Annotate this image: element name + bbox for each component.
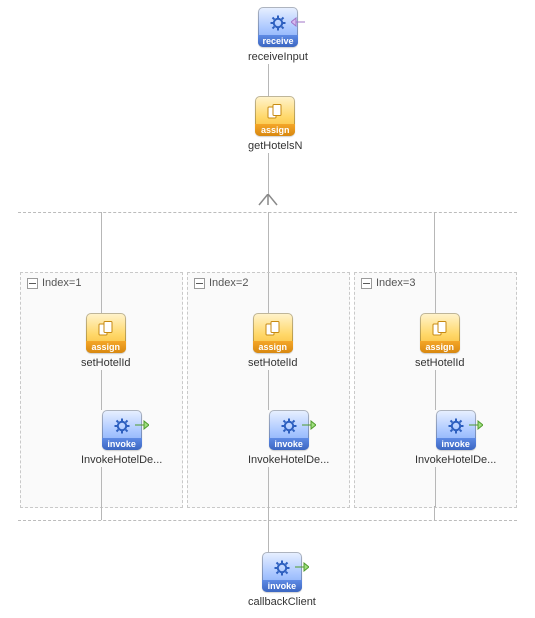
documents-icon [432,321,448,337]
branch-header: Index=1 [27,277,81,289]
connector [268,273,269,313]
documents-icon [98,321,114,337]
node-invoke-hotel[interactable]: invoke InvokeHotelDe... [415,410,496,466]
gear-icon [448,418,464,434]
connector [434,506,435,520]
node-get-hotels[interactable]: assign getHotelsN [248,96,302,152]
connector [101,506,102,520]
connector [268,212,269,272]
node-label: setHotelId [415,357,465,369]
branch-title: Index=1 [42,277,81,289]
caption: invoke [436,438,476,450]
node-invoke-hotel[interactable]: invoke InvokeHotelDe... [81,410,162,466]
caption: invoke [269,438,309,450]
caption: assign [420,341,460,353]
invoke-icon: invoke [269,410,309,450]
node-label: callbackClient [248,596,316,608]
arrow-out-icon [135,420,149,430]
node-label: InvokeHotelDe... [415,454,496,466]
caption: assign [86,341,126,353]
branch-1[interactable]: Index=1 assign setHotelId invoke InvokeH… [20,272,183,508]
invoke-icon: invoke [102,410,142,450]
gear-icon [274,560,290,576]
branch-3[interactable]: Index=3 assign setHotelId invoke InvokeH… [354,272,517,508]
connector [268,370,269,410]
gear-icon [281,418,297,434]
caption: invoke [262,580,302,592]
node-label: setHotelId [81,357,131,369]
assign-icon: assign [253,313,293,353]
arrow-out-icon [302,420,316,430]
caption: invoke [102,438,142,450]
fork-split-icon [257,194,279,206]
branch-title: Index=3 [376,277,415,289]
caption: receive [258,35,298,47]
connector [101,370,102,410]
connector [268,64,269,96]
node-callback-client[interactable]: invoke callbackClient [248,552,316,608]
node-label: receiveInput [248,51,308,63]
connector [435,467,436,507]
branch-header: Index=2 [194,277,248,289]
branch-2[interactable]: Index=2 assign setHotelId invoke InvokeH… [187,272,350,508]
assign-icon: assign [86,313,126,353]
collapse-icon[interactable] [361,278,372,289]
node-receive-input[interactable]: receive receiveInput [248,7,308,63]
arrow-out-icon [295,562,309,572]
node-set-hotel-id[interactable]: assign setHotelId [415,313,465,369]
node-label: getHotelsN [248,140,302,152]
branch-title: Index=2 [209,277,248,289]
connector [101,273,102,313]
node-label: setHotelId [248,357,298,369]
connector [268,520,269,552]
connector [101,467,102,507]
assign-icon: assign [255,96,295,136]
invoke-icon: invoke [436,410,476,450]
arrow-in-icon [291,17,305,27]
node-label: InvokeHotelDe... [248,454,329,466]
connector [268,506,269,520]
caption: assign [253,341,293,353]
gear-icon [270,15,286,31]
caption: assign [255,124,295,136]
node-set-hotel-id[interactable]: assign setHotelId [81,313,131,369]
invoke-icon: invoke [262,552,302,592]
assign-icon: assign [420,313,460,353]
connector [101,212,102,272]
connector [434,212,435,272]
gear-icon [114,418,130,434]
arrow-out-icon [469,420,483,430]
connector [268,467,269,507]
node-set-hotel-id[interactable]: assign setHotelId [248,313,298,369]
documents-icon [267,104,283,120]
collapse-icon[interactable] [194,278,205,289]
connector [435,273,436,313]
documents-icon [265,321,281,337]
connector [268,153,269,195]
branch-header: Index=3 [361,277,415,289]
receive-icon: receive [258,7,298,47]
node-invoke-hotel[interactable]: invoke InvokeHotelDe... [248,410,329,466]
collapse-icon[interactable] [27,278,38,289]
connector [435,370,436,410]
node-label: InvokeHotelDe... [81,454,162,466]
